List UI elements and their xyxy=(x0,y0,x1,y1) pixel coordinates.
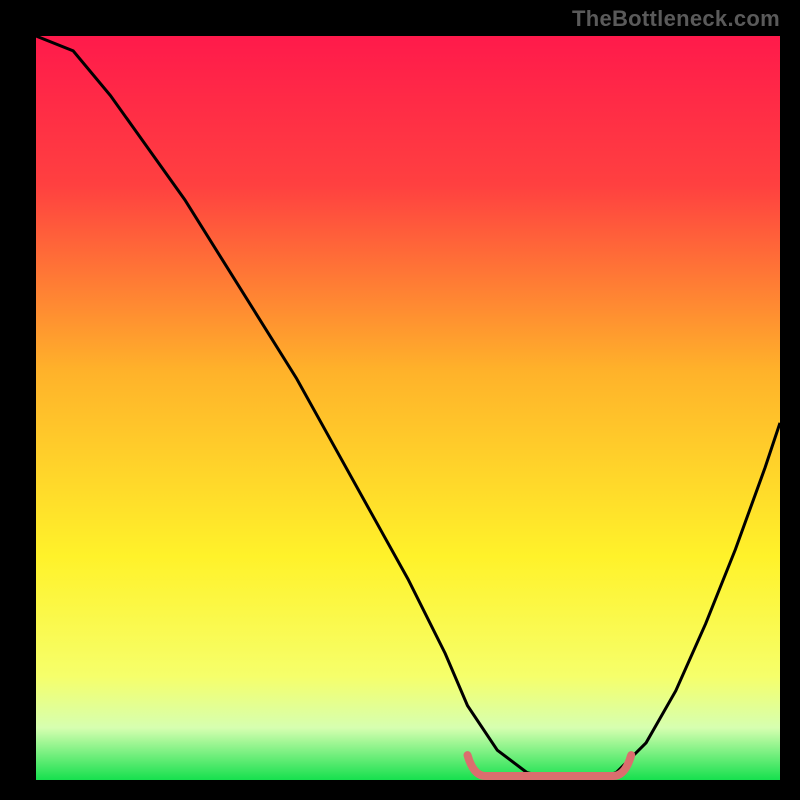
chart-frame: TheBottleneck.com xyxy=(0,0,800,800)
bottleneck-chart xyxy=(0,0,800,800)
watermark-text: TheBottleneck.com xyxy=(572,6,780,32)
